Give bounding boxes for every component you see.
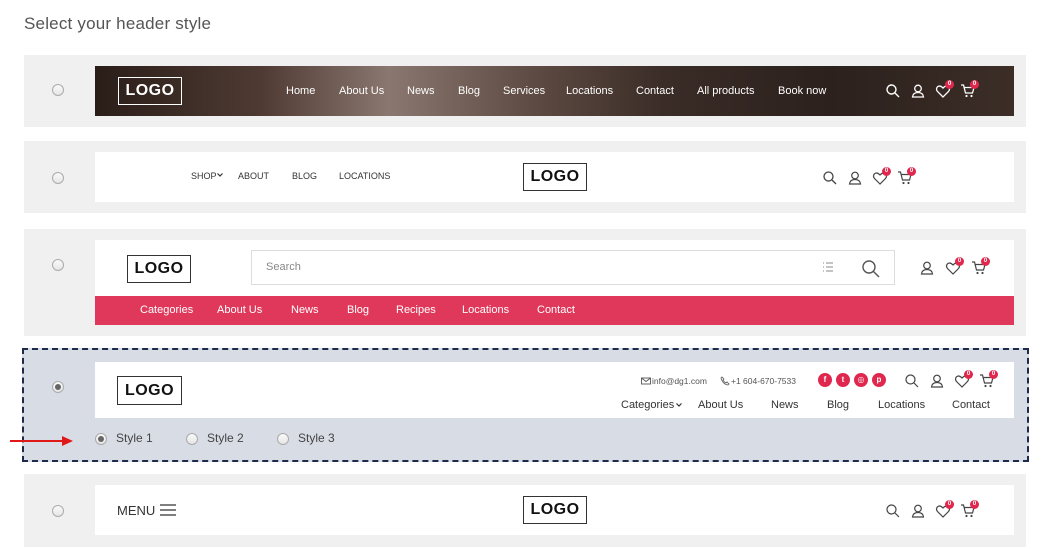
menu-label[interactable]: MENU <box>117 503 155 518</box>
header-option-4[interactable]: LOGO info@dg1.com +1 604-670-7533 f t ◎ … <box>22 348 1029 462</box>
header-3-nav-locations[interactable]: Locations <box>462 304 509 316</box>
wishlist-count-badge: 0 <box>945 80 954 89</box>
header-3-nav-categories[interactable]: Categories <box>140 304 193 316</box>
wishlist-count-badge: 0 <box>945 500 954 509</box>
header-1-logo: LOGO <box>118 77 182 105</box>
search-input[interactable]: Search <box>251 250 881 285</box>
header-1-nav-news[interactable]: News <box>407 85 435 97</box>
header-3-logo: LOGO <box>127 255 191 283</box>
header-1-nav-about[interactable]: About Us <box>339 85 384 97</box>
cart-count-badge: 0 <box>970 500 979 509</box>
cart-count-badge: 0 <box>989 370 998 379</box>
header-3-nav-bar: Categories About Us News Blog Recipes Lo… <box>95 296 1014 325</box>
header-2-preview: SHOP ABOUT BLOG LOCATIONS LOGO 0 0 <box>95 152 1014 202</box>
user-icon[interactable] <box>929 373 945 389</box>
header-5-radio[interactable] <box>52 505 64 517</box>
red-arrow-annotation <box>10 436 73 446</box>
header-option-3[interactable]: LOGO Search 0 0 Categories About Us News… <box>24 229 1026 336</box>
header-4-phone[interactable]: +1 604-670-7533 <box>731 376 796 386</box>
style-1-label[interactable]: Style 1 <box>116 431 153 445</box>
header-3-nav-contact[interactable]: Contact <box>537 304 575 316</box>
header-1-preview: LOGO Home About Us News Blog Services Lo… <box>95 66 1014 116</box>
header-option-5[interactable]: MENU LOGO 0 0 <box>24 474 1026 547</box>
chevron-down-icon <box>675 401 683 409</box>
header-2-radio[interactable] <box>52 172 64 184</box>
header-option-2[interactable]: SHOP ABOUT BLOG LOCATIONS LOGO 0 0 <box>24 141 1026 213</box>
instagram-icon[interactable]: ◎ <box>854 373 868 387</box>
header-3-nav-about[interactable]: About Us <box>217 304 262 316</box>
cart-count-badge: 0 <box>970 80 979 89</box>
header-3-nav-recipes[interactable]: Recipes <box>396 304 436 316</box>
page-title: Select your header style <box>24 14 212 33</box>
wishlist-count-badge: 0 <box>882 167 891 176</box>
twitter-icon[interactable]: t <box>836 373 850 387</box>
header-2-nav-about[interactable]: ABOUT <box>238 171 269 181</box>
wishlist-count-badge: 0 <box>964 370 973 379</box>
header-4-nav-about[interactable]: About Us <box>698 399 743 411</box>
wishlist-count-badge: 0 <box>955 257 964 266</box>
header-4-nav-news[interactable]: News <box>771 399 799 411</box>
search-icon[interactable] <box>822 170 838 186</box>
header-4-preview: LOGO info@dg1.com +1 604-670-7533 f t ◎ … <box>95 362 1014 418</box>
search-icon[interactable] <box>885 503 901 519</box>
header-1-nav-home[interactable]: Home <box>286 85 315 97</box>
header-4-nav-blog[interactable]: Blog <box>827 399 849 411</box>
header-option-1[interactable]: LOGO Home About Us News Blog Services Lo… <box>24 55 1026 127</box>
user-icon[interactable] <box>910 83 926 99</box>
style-1-radio[interactable] <box>95 433 107 445</box>
style-2-label[interactable]: Style 2 <box>207 431 244 445</box>
chevron-down-icon <box>216 171 224 179</box>
header-1-nav-book-now[interactable]: Book now <box>778 85 826 97</box>
header-5-logo: LOGO <box>523 496 587 524</box>
search-icon[interactable] <box>885 83 901 99</box>
cart-count-badge: 0 <box>981 257 990 266</box>
header-3-nav-blog[interactable]: Blog <box>347 304 369 316</box>
header-1-nav-services[interactable]: Services <box>503 85 545 97</box>
header-4-nav-locations[interactable]: Locations <box>878 399 925 411</box>
search-button[interactable] <box>847 250 895 285</box>
hamburger-menu-icon[interactable] <box>159 502 177 518</box>
phone-icon <box>720 376 730 386</box>
cart-count-badge: 0 <box>907 167 916 176</box>
list-icon[interactable] <box>822 261 834 273</box>
search-icon <box>861 259 881 279</box>
user-icon[interactable] <box>847 170 863 186</box>
pinterest-icon[interactable]: p <box>872 373 886 387</box>
header-4-logo: LOGO <box>117 376 182 405</box>
header-1-nav-contact[interactable]: Contact <box>636 85 674 97</box>
header-3-nav-news[interactable]: News <box>291 304 319 316</box>
header-2-nav-shop[interactable]: SHOP <box>191 171 217 181</box>
header-4-radio[interactable] <box>52 381 64 393</box>
header-1-radio[interactable] <box>52 84 64 96</box>
mail-icon <box>641 376 651 386</box>
header-3-radio[interactable] <box>52 259 64 271</box>
search-icon[interactable] <box>904 373 920 389</box>
style-3-radio[interactable] <box>277 433 289 445</box>
header-2-nav-locations[interactable]: LOCATIONS <box>339 171 390 181</box>
header-4-nav-categories[interactable]: Categories <box>621 399 674 411</box>
user-icon[interactable] <box>910 503 926 519</box>
header-1-nav-blog[interactable]: Blog <box>458 85 480 97</box>
user-icon[interactable] <box>919 260 935 276</box>
header-4-nav-contact[interactable]: Contact <box>952 399 990 411</box>
header-1-nav-all-products[interactable]: All products <box>697 85 754 97</box>
search-placeholder: Search <box>266 261 301 273</box>
style-3-label[interactable]: Style 3 <box>298 431 335 445</box>
header-1-nav-locations[interactable]: Locations <box>566 85 613 97</box>
header-4-email[interactable]: info@dg1.com <box>652 376 707 386</box>
header-2-nav-blog[interactable]: BLOG <box>292 171 317 181</box>
header-2-logo: LOGO <box>523 163 587 191</box>
style-2-radio[interactable] <box>186 433 198 445</box>
facebook-icon[interactable]: f <box>818 373 832 387</box>
header-5-preview: MENU LOGO 0 0 <box>95 485 1014 535</box>
header-3-preview: LOGO Search 0 0 Categories About Us News… <box>95 240 1014 325</box>
